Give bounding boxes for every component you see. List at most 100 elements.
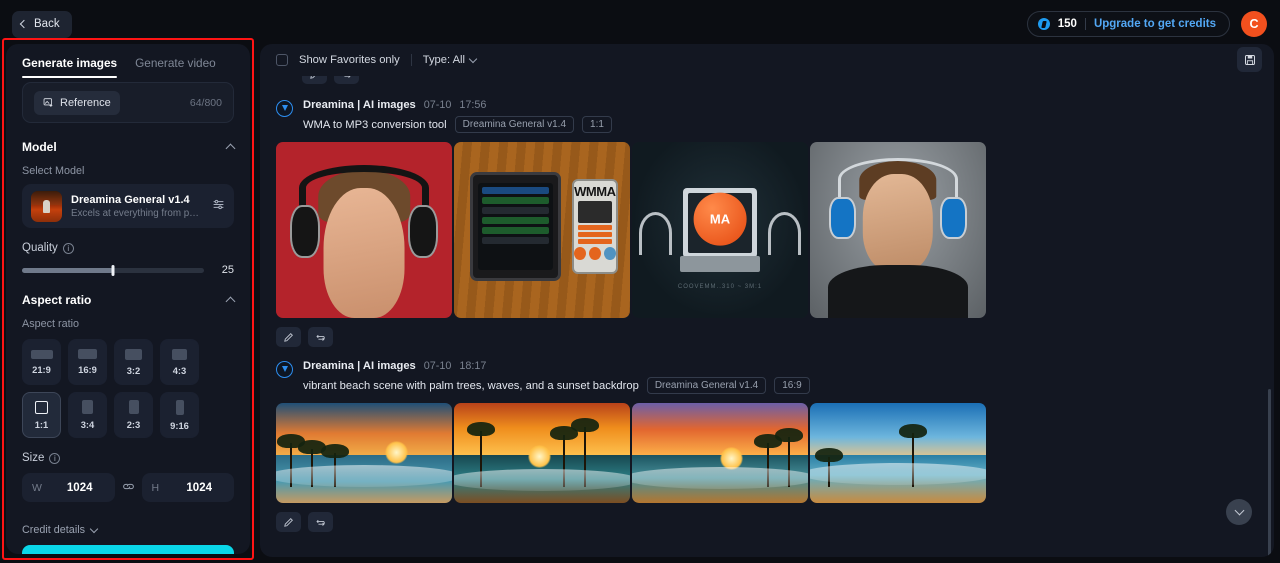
reference-image-icon bbox=[43, 98, 53, 107]
download-badge-icon[interactable] bbox=[276, 100, 293, 117]
ratio-shape bbox=[30, 349, 53, 359]
generated-image[interactable]: MA COOVEMM..310 ~ 3M:1 bbox=[632, 142, 808, 318]
size-label-row: Size i bbox=[22, 452, 234, 464]
credits-pill[interactable]: 150 Upgrade to get credits bbox=[1026, 11, 1230, 37]
record-meta-line: Dreamina | AI images 07-10 18:17 bbox=[303, 360, 810, 372]
width-field[interactable]: W 1024 bbox=[22, 473, 115, 502]
previous-record-actions bbox=[260, 76, 1274, 86]
type-filter-dropdown[interactable]: Type: All bbox=[423, 54, 478, 66]
edit-button[interactable] bbox=[302, 76, 327, 84]
credit-details-toggle[interactable]: Credit details bbox=[22, 524, 234, 536]
size-controls: W 1024 H 1024 bbox=[22, 473, 234, 502]
quality-slider-knob[interactable] bbox=[111, 264, 115, 276]
record-image-row bbox=[276, 403, 1258, 503]
aspect-sub-label: Aspect ratio bbox=[22, 318, 80, 330]
width-key: W bbox=[32, 481, 42, 494]
record-image-row: WMMA MA COOVEMM..310 ~ 3M:1 bbox=[276, 142, 1258, 318]
ratio-shape bbox=[35, 400, 48, 414]
back-button[interactable]: Back bbox=[12, 10, 72, 38]
image-art-beach-sunset-palms bbox=[276, 403, 452, 503]
pencil-icon bbox=[310, 76, 315, 79]
back-button-label: Back bbox=[34, 18, 60, 30]
generated-image[interactable] bbox=[632, 403, 808, 503]
aspect-ratio-21-9[interactable]: 21:9 bbox=[22, 339, 61, 385]
edit-button[interactable] bbox=[276, 512, 301, 532]
ratio-shape bbox=[128, 400, 139, 414]
panel-tabs: Generate images Generate video bbox=[6, 44, 250, 78]
aspect-ratio-label: 3:2 bbox=[126, 364, 141, 376]
generated-image[interactable] bbox=[454, 403, 630, 503]
generate-button[interactable]: Generate 3 bbox=[22, 545, 234, 554]
aspect-ratio-options: 21:9 16:9 3:2 4:3 1:1 3:4 2:3 9:16 bbox=[22, 339, 234, 438]
scroll-to-bottom-button[interactable] bbox=[1226, 499, 1252, 525]
scrollbar-thumb[interactable] bbox=[1268, 389, 1271, 557]
aspect-ratio-3-2[interactable]: 3:2 bbox=[114, 339, 153, 385]
prompt-input[interactable]: Reference 64/800 bbox=[22, 82, 234, 123]
info-icon[interactable]: i bbox=[49, 452, 61, 464]
aspect-ratio-16-9[interactable]: 16:9 bbox=[68, 339, 107, 385]
link-ratio-icon[interactable] bbox=[122, 480, 135, 496]
record-model-tag: Dreamina General v1.4 bbox=[454, 116, 575, 133]
model-section-header[interactable]: Model bbox=[22, 140, 236, 154]
edit-button[interactable] bbox=[276, 327, 301, 347]
height-key: H bbox=[151, 481, 160, 494]
record-ratio-tag: 1:1 bbox=[582, 116, 612, 133]
quality-value: 25 bbox=[221, 264, 234, 276]
model-section-title: Model bbox=[22, 140, 57, 154]
aspect-section-header[interactable]: Aspect ratio bbox=[22, 293, 236, 307]
generated-image[interactable]: WMMA bbox=[454, 142, 630, 318]
model-name: Dreamina General v1.4 bbox=[71, 193, 190, 206]
aspect-ratio-3-4[interactable]: 3:4 bbox=[68, 392, 107, 438]
generated-image[interactable] bbox=[810, 403, 986, 503]
image-art-woman-headphones bbox=[276, 142, 452, 318]
record-ratio-tag: 16:9 bbox=[774, 377, 810, 394]
ratio-shape bbox=[78, 349, 97, 359]
aspect-ratio-label: 16:9 bbox=[78, 364, 97, 375]
coin-icon bbox=[1037, 18, 1050, 30]
model-card[interactable]: Dreamina General v1.4 Excels at everythi… bbox=[22, 184, 234, 228]
upgrade-link[interactable]: Upgrade to get credits bbox=[1094, 18, 1216, 30]
size-label: Size bbox=[22, 452, 45, 464]
refresh-icon bbox=[344, 76, 351, 78]
history-record: Dreamina | AI images 07-10 17:56 WMA to … bbox=[260, 86, 1274, 347]
history-scroll-area[interactable]: Dreamina | AI images 07-10 17:56 WMA to … bbox=[260, 76, 1274, 557]
height-field[interactable]: H 1024 bbox=[141, 473, 234, 502]
download-badge-icon[interactable] bbox=[276, 361, 293, 378]
tab-generate-images[interactable]: Generate images bbox=[22, 56, 118, 78]
top-bar: Back 150 Upgrade to get credits C bbox=[0, 0, 1280, 48]
save-collection-button[interactable] bbox=[1237, 47, 1262, 72]
record-actions bbox=[276, 327, 1258, 347]
chevron-down-icon bbox=[468, 54, 478, 63]
aspect-ratio-9-16[interactable]: 9:16 bbox=[160, 392, 199, 438]
record-time: 18:17 bbox=[459, 360, 487, 372]
generated-image[interactable] bbox=[810, 142, 986, 318]
tab-generate-video[interactable]: Generate video bbox=[135, 56, 216, 78]
history-record: Dreamina | AI images 07-10 18:17 vibrant… bbox=[260, 347, 1274, 532]
reference-button[interactable]: Reference bbox=[34, 90, 120, 115]
record-time: 17:56 bbox=[459, 99, 487, 111]
aspect-ratio-4-3[interactable]: 4:3 bbox=[160, 339, 199, 385]
app-root: Back 150 Upgrade to get credits C Genera… bbox=[0, 0, 1280, 563]
favorites-checkbox[interactable] bbox=[276, 54, 288, 66]
image-art-beach-single-palm-day bbox=[810, 403, 986, 503]
quality-slider-track[interactable] bbox=[22, 264, 204, 276]
regenerate-button[interactable] bbox=[334, 76, 359, 84]
aspect-ratio-2-3[interactable]: 2:3 bbox=[114, 392, 153, 438]
image-art-man-blue-headphones bbox=[810, 142, 986, 318]
record-prompt: vibrant beach scene with palm trees, wav… bbox=[303, 379, 639, 392]
image-art-laptop-ma-logo: MA COOVEMM..310 ~ 3M:1 bbox=[632, 142, 808, 318]
avatar[interactable]: C bbox=[1241, 11, 1267, 37]
record-actions bbox=[276, 512, 1258, 532]
model-thumbnail bbox=[31, 190, 62, 222]
regenerate-button[interactable] bbox=[308, 512, 333, 532]
select-model-label: Select Model bbox=[22, 165, 85, 177]
generated-image[interactable] bbox=[276, 403, 452, 503]
quality-slider[interactable]: 25 bbox=[22, 264, 234, 276]
favorites-label[interactable]: Show Favorites only bbox=[299, 54, 400, 66]
generated-image[interactable] bbox=[276, 142, 452, 318]
info-icon[interactable]: i bbox=[62, 242, 74, 254]
regenerate-button[interactable] bbox=[308, 327, 333, 347]
aspect-ratio-1-1[interactable]: 1:1 bbox=[22, 392, 61, 438]
model-settings-icon[interactable] bbox=[212, 198, 225, 214]
record-model-tag: Dreamina General v1.4 bbox=[646, 377, 767, 394]
